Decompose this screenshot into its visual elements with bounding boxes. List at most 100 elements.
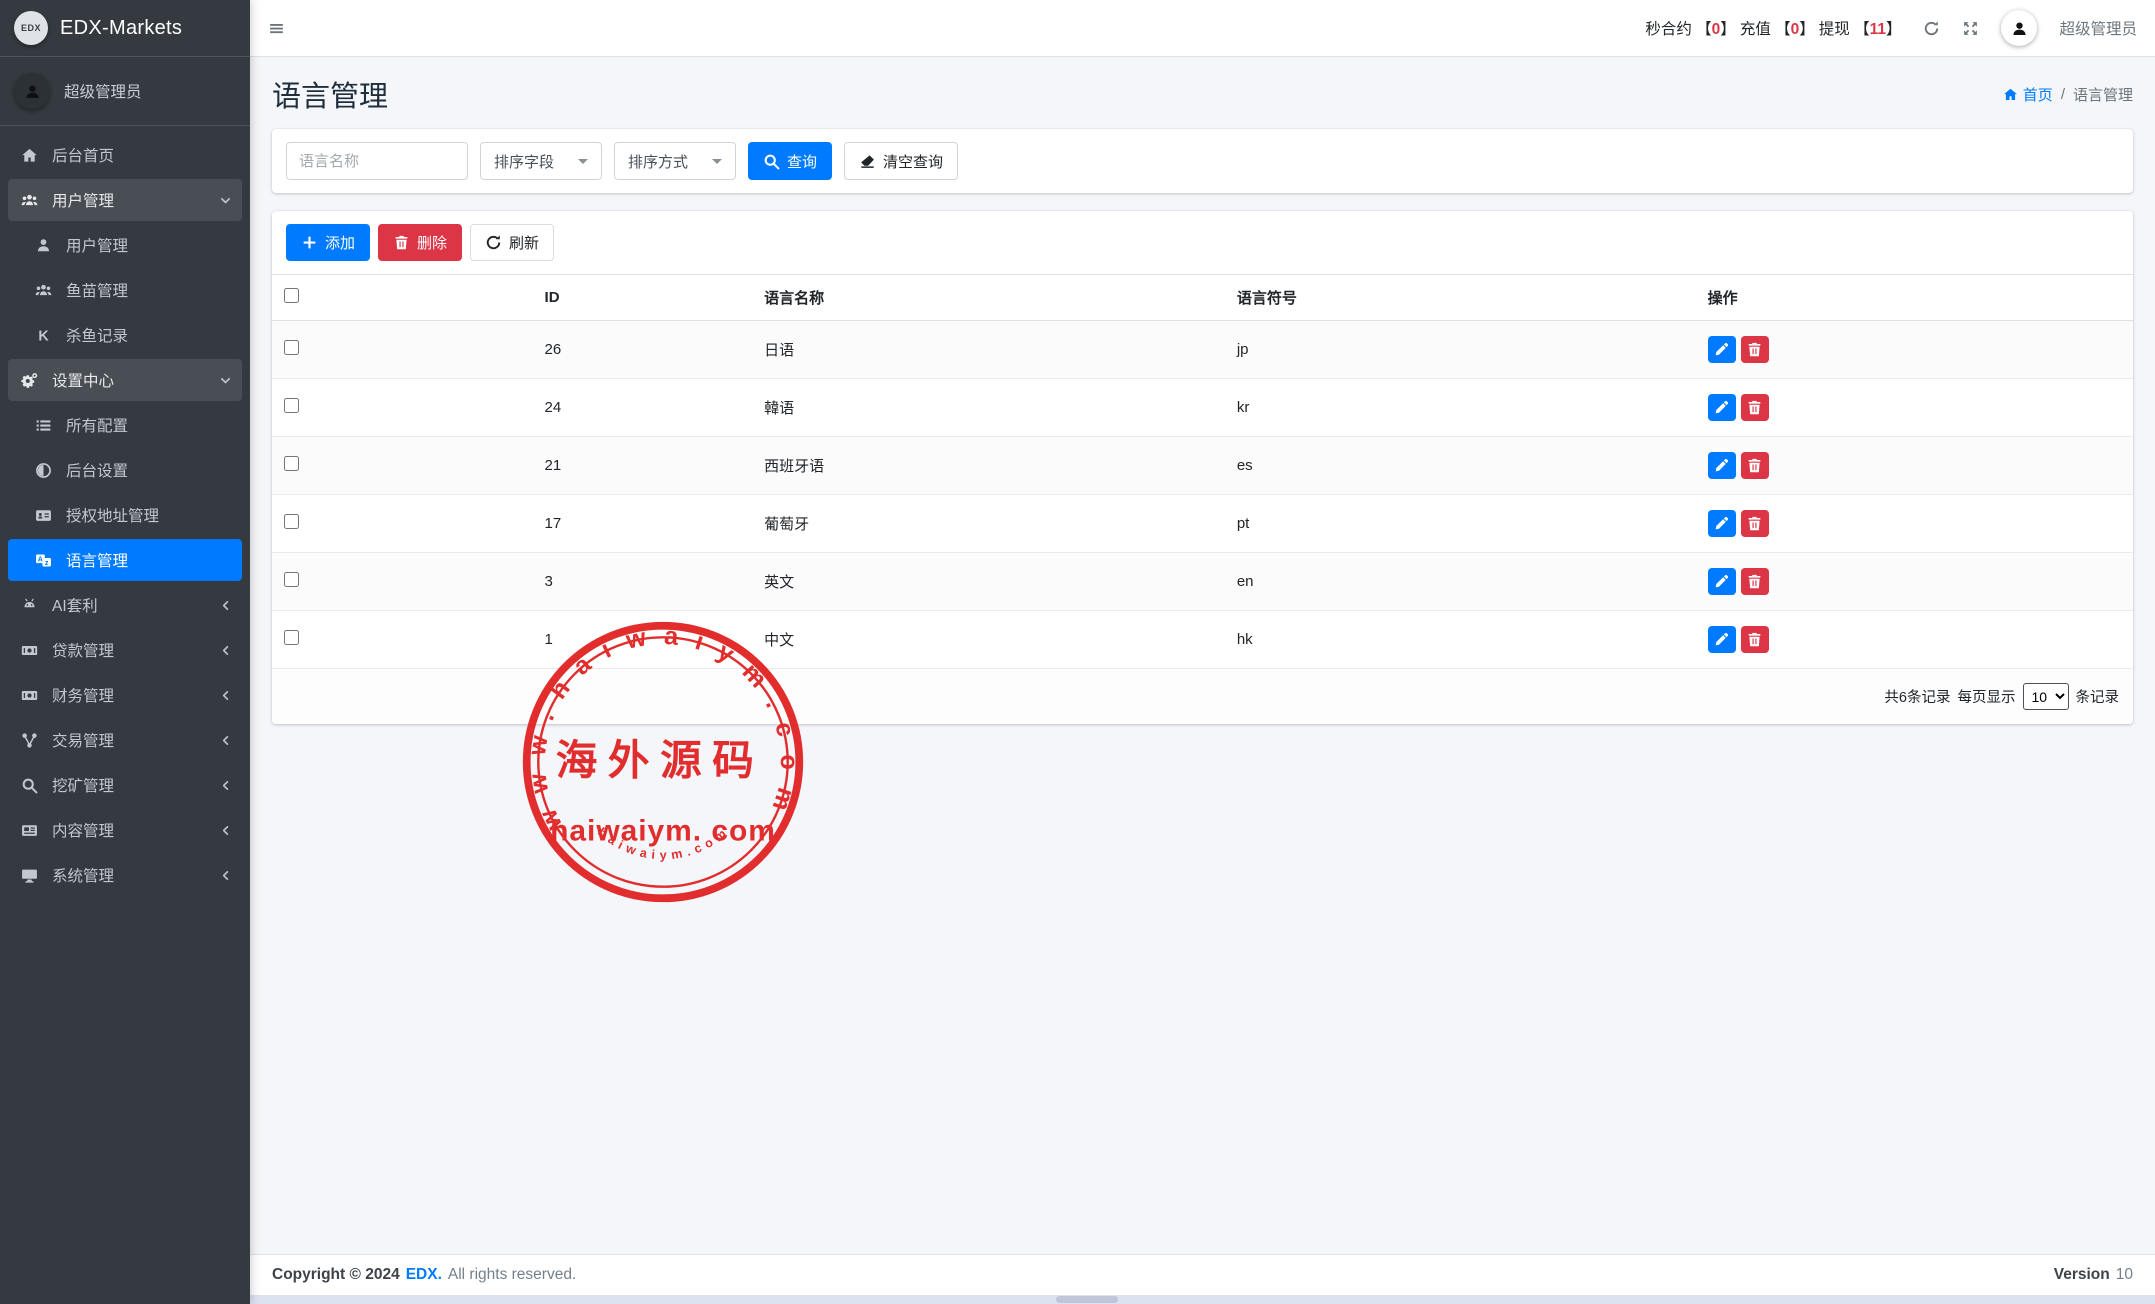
clear-search-button[interactable]: 清空查询 — [844, 142, 958, 180]
sort-order-select[interactable]: 排序方式 — [614, 142, 736, 180]
row-checkbox[interactable] — [284, 514, 299, 529]
delete-row-button[interactable] — [1741, 510, 1769, 537]
sidebar-item-label: 语言管理 — [66, 549, 232, 571]
cell-id: 17 — [533, 495, 753, 553]
sidebar-item-auth-address-management[interactable]: 授权地址管理 — [8, 494, 242, 536]
edit-row-button[interactable] — [1708, 510, 1736, 537]
pencil-icon — [1713, 457, 1730, 474]
stat-秒合约[interactable]: 秒合约 【0】 — [1645, 17, 1735, 39]
select-all-checkbox[interactable] — [284, 288, 299, 303]
edit-row-button[interactable] — [1708, 568, 1736, 595]
sidebar-item-user-management[interactable]: 用户管理 — [8, 179, 242, 221]
row-checkbox[interactable] — [284, 572, 299, 587]
trash-icon — [1746, 341, 1763, 358]
sidebar-item-language-management[interactable]: Az语言管理 — [8, 539, 242, 581]
cell-language-name: 葡萄牙 — [752, 495, 1225, 553]
cell-language-code: jp — [1225, 321, 1696, 379]
sidebar-item-loan-management[interactable]: 贷款管理 — [8, 629, 242, 671]
sidebar-item-kill-fish-records[interactable]: K杀鱼记录 — [8, 314, 242, 356]
fullscreen-icon[interactable] — [1962, 20, 1979, 37]
sidebar-item-dashboard[interactable]: 后台首页 — [8, 134, 242, 176]
sidebar-item-ai-arbitrage[interactable]: AI套利 — [8, 584, 242, 626]
delete-row-button[interactable] — [1741, 626, 1769, 653]
row-checkbox[interactable] — [284, 398, 299, 413]
table-row: 3英文en — [272, 553, 2133, 611]
sidebar-item-all-config[interactable]: 所有配置 — [8, 404, 242, 446]
rights-text: All rights reserved. — [448, 1266, 576, 1284]
cell-language-code: en — [1225, 553, 1696, 611]
delete-row-button[interactable] — [1741, 452, 1769, 479]
users-icon — [16, 192, 42, 209]
plus-icon — [301, 234, 318, 251]
stat-充值[interactable]: 充值 【0】 — [1740, 17, 1815, 39]
sidebar-item-system-management[interactable]: 系统管理 — [8, 854, 242, 896]
navbar-username[interactable]: 超级管理员 — [2059, 17, 2137, 39]
row-checkbox[interactable] — [284, 630, 299, 645]
cell-id: 24 — [533, 379, 753, 437]
trash-icon — [1746, 457, 1763, 474]
edit-row-button[interactable] — [1708, 452, 1736, 479]
cell-language-name: 韓语 — [752, 379, 1225, 437]
refresh-icon[interactable] — [1923, 20, 1940, 37]
brand-name: EDX-Markets — [60, 17, 182, 40]
sidebar-item-mining-management[interactable]: 挖矿管理 — [8, 764, 242, 806]
add-button[interactable]: 添加 — [286, 224, 370, 261]
horizontal-scrollbar[interactable] — [250, 1295, 2155, 1304]
delete-row-button[interactable] — [1741, 568, 1769, 595]
row-checkbox[interactable] — [284, 340, 299, 355]
scrollbar-thumb[interactable] — [1056, 1296, 1118, 1303]
breadcrumb-current: 语言管理 — [2073, 84, 2133, 105]
sidebar-item-backend-settings[interactable]: 后台设置 — [8, 449, 242, 491]
delete-row-button[interactable] — [1741, 336, 1769, 363]
caret-down-icon — [578, 159, 588, 164]
sidebar-item-label: 设置中心 — [52, 369, 218, 391]
sidebar-item-user-admin[interactable]: 用户管理 — [8, 224, 242, 266]
footer-brand-link[interactable]: EDX. — [406, 1266, 442, 1284]
money-icon — [16, 687, 42, 704]
edit-row-button[interactable] — [1708, 394, 1736, 421]
top-navbar: 秒合约 【0】 充值 【0】 提现 【11】 超级管理员 — [250, 0, 2155, 57]
row-checkbox[interactable] — [284, 456, 299, 471]
sidebar-item-trade-management[interactable]: 交易管理 — [8, 719, 242, 761]
version-value: 10 — [2116, 1266, 2133, 1284]
sort-field-select[interactable]: 排序字段 — [480, 142, 602, 180]
sort-order-label: 排序方式 — [628, 151, 688, 172]
edit-row-button[interactable] — [1708, 626, 1736, 653]
per-page-select[interactable]: 10 — [2023, 683, 2069, 710]
content-header: 语言管理 首页 / 语言管理 — [250, 57, 2155, 129]
adjust-icon — [30, 462, 56, 479]
edx-logo-icon: EDX — [14, 11, 48, 45]
search-icon — [763, 153, 780, 170]
cell-language-code: kr — [1225, 379, 1696, 437]
col-header-name: 语言名称 — [752, 275, 1225, 321]
language-name-input[interactable] — [286, 142, 468, 180]
cell-id: 1 — [533, 611, 753, 669]
languages-table: ID 语言名称 语言符号 操作 26日语jp24韓语kr21西班牙语es17葡萄… — [272, 274, 2133, 669]
refresh-button[interactable]: 刷新 — [470, 224, 554, 261]
edit-row-button[interactable] — [1708, 336, 1736, 363]
sidebar-item-content-management[interactable]: 内容管理 — [8, 809, 242, 851]
sidebar-item-label: 内容管理 — [52, 819, 218, 841]
navbar-avatar[interactable] — [2001, 10, 2037, 46]
sidebar-item-fry-management[interactable]: 鱼苗管理 — [8, 269, 242, 311]
trash-icon — [393, 234, 410, 251]
sidebar-item-label: 贷款管理 — [52, 639, 218, 661]
refresh-icon — [485, 234, 502, 251]
search-button[interactable]: 查询 — [748, 142, 832, 180]
sidebar-item-settings-center[interactable]: 设置中心 — [8, 359, 242, 401]
sidebar-username[interactable]: 超级管理员 — [64, 80, 142, 102]
stat-提现[interactable]: 提现 【11】 — [1819, 17, 1902, 39]
stamp-bottom-text: haiwaiym.com — [595, 825, 731, 863]
cell-language-name: 中文 — [752, 611, 1225, 669]
sidebar-item-label: AI套利 — [52, 594, 218, 616]
sidebar-item-finance-management[interactable]: 财务管理 — [8, 674, 242, 716]
col-header-actions: 操作 — [1696, 275, 2133, 321]
user-avatar-icon[interactable] — [14, 73, 50, 109]
delete-button[interactable]: 删除 — [378, 224, 462, 261]
delete-row-button[interactable] — [1741, 394, 1769, 421]
breadcrumb-home[interactable]: 首页 — [2003, 84, 2053, 105]
chevron-down-icon — [218, 194, 232, 207]
record-count: 共6条记录 — [1884, 686, 1950, 707]
menu-toggle-icon[interactable] — [268, 20, 285, 37]
brand[interactable]: EDX EDX-Markets — [0, 0, 250, 57]
